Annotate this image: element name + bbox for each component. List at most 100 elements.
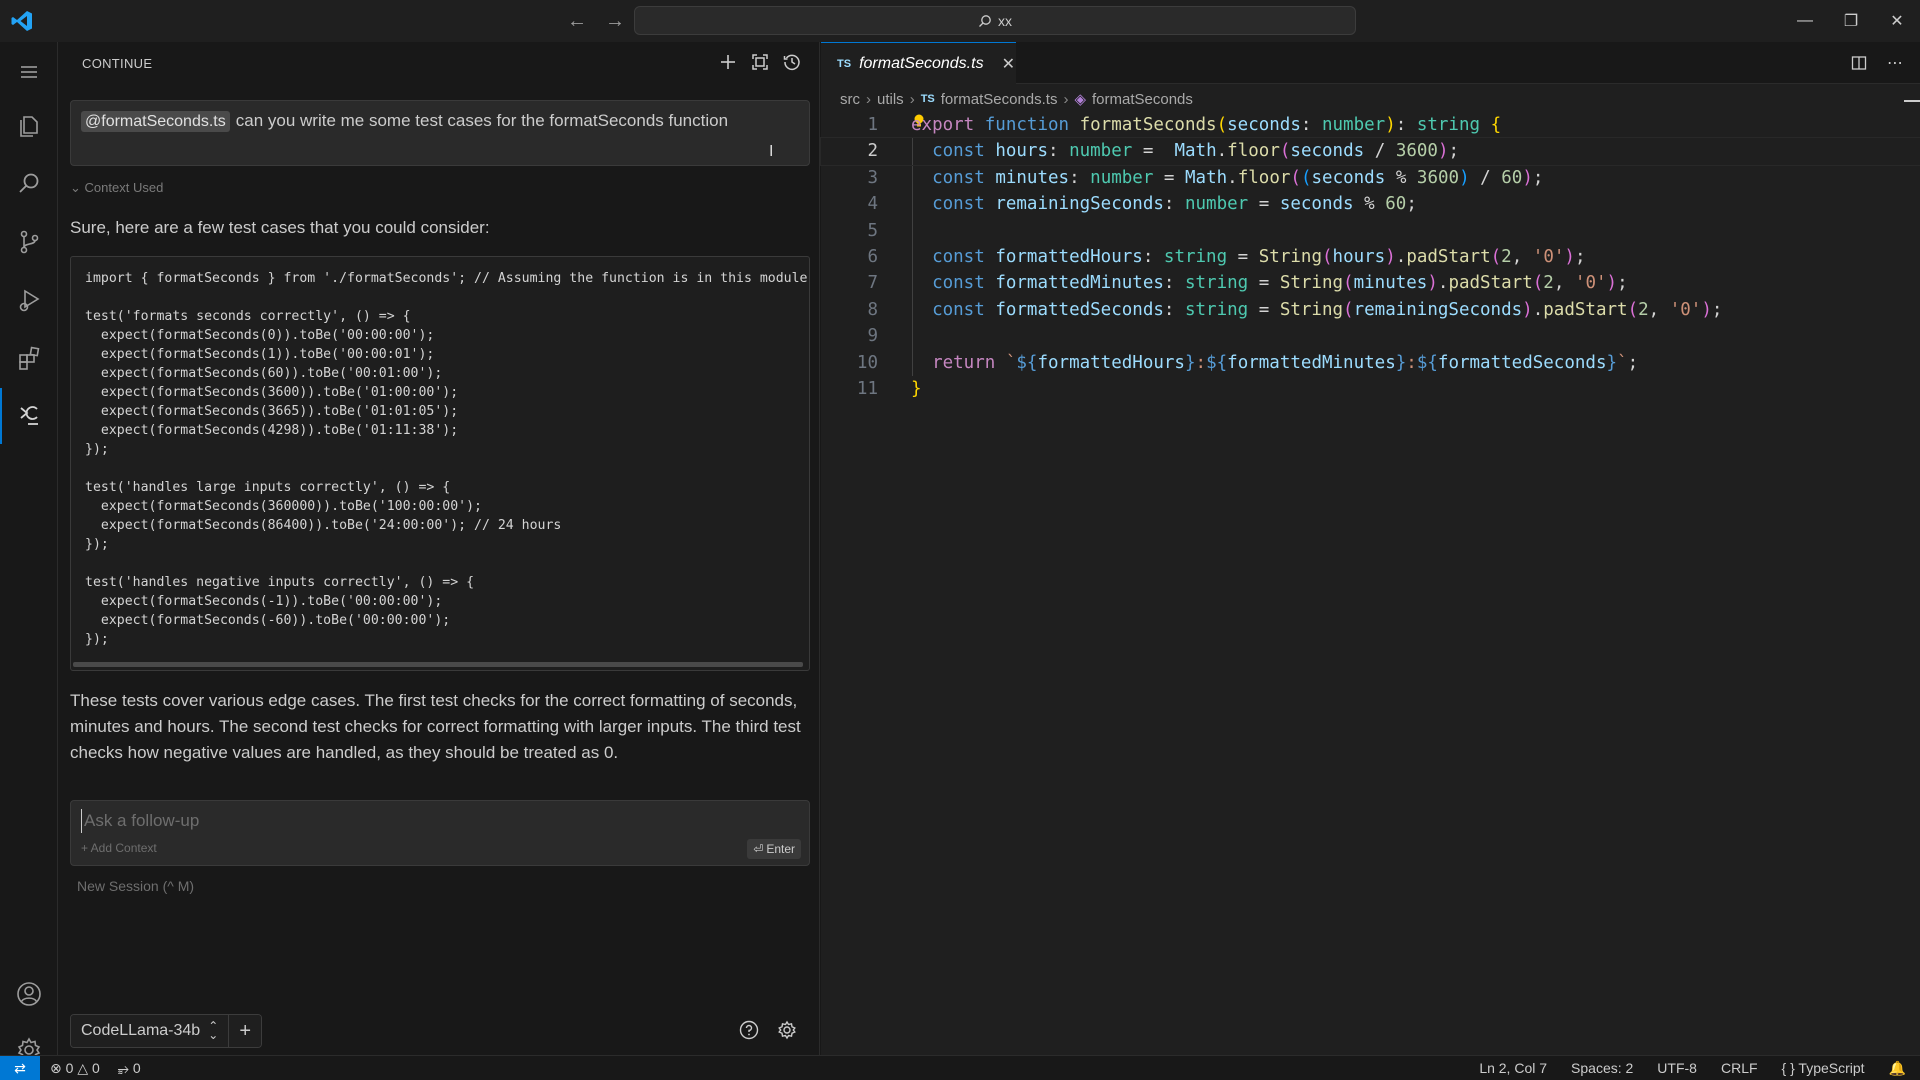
return-key-icon: ⏎ (753, 842, 764, 856)
enter-button[interactable]: ⏎ Enter (747, 839, 801, 859)
code-horizontal-scrollbar[interactable] (73, 662, 803, 667)
followup-box: + Add Context ⏎ Enter (70, 800, 810, 866)
chevron-right-icon: › (866, 90, 871, 108)
code-line: 8 const formattedSeconds: string = Strin… (821, 297, 1920, 323)
run-debug-icon[interactable] (0, 272, 58, 328)
settings-gear-icon[interactable] (775, 1018, 799, 1042)
notifications-bell-icon[interactable]: 🔔 (1889, 1060, 1906, 1077)
remote-icon[interactable]: ⇄ (0, 1055, 40, 1080)
line-number: 3 (867, 167, 878, 188)
source-control-icon[interactable] (0, 214, 58, 270)
model-selector[interactable]: CodeLLama-34b ⌃ ⌄ + (70, 1014, 263, 1048)
continue-icon[interactable] (0, 388, 58, 444)
activity-bar (0, 42, 58, 1063)
more-actions-icon[interactable]: ⋯ (1884, 52, 1906, 74)
panel-title: CONTINUE (82, 55, 153, 71)
code-line: 9 (821, 323, 1920, 349)
add-model-button[interactable]: + (229, 1015, 262, 1047)
line-number: 5 (867, 220, 878, 241)
line-number: 1 (867, 115, 878, 135)
tab-bar: TS formatSeconds.ts ✕ ⋯ (821, 42, 1920, 84)
assistant-code-block[interactable]: import { formatSeconds } from './formatS… (70, 256, 810, 671)
chevron-down-icon: ⌄ (70, 180, 81, 195)
indentation-setting[interactable]: Spaces: 2 (1571, 1060, 1633, 1076)
line-number: 4 (867, 194, 878, 215)
assistant-intro-text: Sure, here are a few test cases that you… (70, 218, 490, 237)
error-count: 0 (65, 1059, 74, 1076)
continue-panel: CONTINUE @formatSeconds.ts can you write … (58, 42, 820, 1055)
context-used-label: Context Used (84, 180, 164, 195)
breadcrumb-file[interactable]: formatSeconds.ts (941, 91, 1058, 108)
ports-icon: ⥵ (117, 1059, 129, 1076)
code-line: 4 const remainingSeconds: number = secon… (821, 191, 1920, 217)
code-line: 3 const minutes: number = Math.floor((se… (821, 165, 1920, 191)
code-line: 10 return `${formattedHours}:${formatted… (821, 350, 1920, 376)
split-editor-icon[interactable] (1848, 52, 1870, 74)
add-context-button[interactable]: + Add Context (81, 841, 157, 855)
search-icon (979, 14, 991, 27)
chevron-up-down-icon: ⌃ ⌄ (208, 1019, 219, 1042)
title-bar: ← → xx — ❐ ✕ (0, 0, 1920, 42)
typescript-file-icon: TS (920, 93, 935, 105)
language-mode[interactable]: { } TypeScript (1782, 1060, 1865, 1076)
tab-label: formatSeconds.ts (859, 54, 984, 72)
warning-count: 0 (91, 1059, 100, 1076)
file-mention-chip[interactable]: @formatSeconds.ts (81, 111, 230, 132)
symbol-function-icon: ◈ (1074, 91, 1087, 108)
command-center-search[interactable]: xx (634, 6, 1356, 35)
line-ending-setting[interactable]: CRLF (1721, 1060, 1758, 1076)
close-tab-icon[interactable]: ✕ (1002, 54, 1015, 74)
context-used-toggle[interactable]: ⌄ Context Used (70, 180, 163, 196)
line-number: 9 (867, 326, 878, 347)
assistant-code: import { formatSeconds } from './formatS… (85, 271, 808, 647)
history-icon[interactable] (781, 51, 803, 73)
new-chat-plus-icon[interactable] (717, 51, 739, 73)
warning-icon: △ (77, 1059, 89, 1076)
ports-indicator[interactable]: ⥵ 0 (118, 1060, 141, 1077)
code-line: 2 const hours: number = Math.floor(secon… (820, 137, 1920, 166)
fullscreen-icon[interactable] (749, 51, 771, 73)
restore-icon[interactable]: ❐ (1828, 0, 1874, 42)
menu-icon[interactable] (0, 44, 58, 100)
model-dropdown[interactable]: CodeLLama-34b ⌃ ⌄ (71, 1015, 230, 1047)
forward-arrow-icon[interactable]: → (603, 9, 627, 33)
help-icon[interactable] (737, 1018, 761, 1042)
editor-area: TS formatSeconds.ts ✕ ⋯ src › utils › TS… (820, 42, 1920, 1055)
tab-formatSeconds[interactable]: TS formatSeconds.ts ✕ (821, 42, 1016, 84)
chevron-right-icon: › (1063, 90, 1069, 108)
breadcrumb-utils[interactable]: utils (877, 91, 904, 108)
enter-label: Enter (766, 842, 795, 856)
code-line: 7 const formattedMinutes: string = Strin… (821, 270, 1920, 296)
code-editor[interactable]: 1 export function formatSeconds(seconds: … (820, 112, 1920, 402)
chevron-right-icon: › (909, 90, 915, 108)
search-icon[interactable] (0, 156, 58, 212)
line-number: 2 (867, 141, 878, 162)
line-number: 7 (867, 273, 878, 294)
typescript-file-icon: TS (837, 57, 852, 70)
line-number: 11 (856, 378, 878, 399)
breadcrumb-symbol[interactable]: formatSeconds (1092, 91, 1193, 108)
new-session-link[interactable]: New Session (^ M) (77, 878, 194, 894)
close-window-icon[interactable]: ✕ (1874, 0, 1920, 42)
problems-indicator[interactable]: ⊗ 0 △ 0 (50, 1060, 100, 1077)
user-message-text: can you write me some test cases for the… (235, 111, 729, 130)
extensions-icon[interactable] (0, 330, 58, 386)
code-line: 1 export function formatSeconds(seconds: … (821, 112, 1920, 138)
user-message[interactable]: @formatSeconds.ts can you write me some t… (70, 100, 810, 166)
status-bar: ⇄ ⊗ 0 △ 0 ⥵ 0 Ln 2, Col 7 Spaces: 2 UTF-… (0, 1055, 1920, 1080)
code-line: 6 const formattedHours: string = String(… (821, 244, 1920, 270)
followup-input[interactable] (81, 809, 681, 833)
command-center-text: xx (998, 12, 1012, 29)
minimize-icon[interactable]: — (1782, 0, 1828, 42)
line-number: 10 (856, 352, 878, 373)
back-arrow-icon[interactable]: ← (565, 9, 589, 33)
encoding-setting[interactable]: UTF-8 (1657, 1060, 1697, 1076)
code-line: 5 (821, 218, 1920, 244)
cursor-position[interactable]: Ln 2, Col 7 (1479, 1060, 1547, 1076)
account-icon[interactable] (0, 966, 58, 1022)
code-line: 11} (821, 376, 1920, 402)
breadcrumb-src[interactable]: src (840, 91, 860, 108)
line-number: 6 (867, 246, 878, 267)
explorer-icon[interactable] (0, 98, 58, 154)
language-label: TypeScript (1798, 1060, 1865, 1076)
